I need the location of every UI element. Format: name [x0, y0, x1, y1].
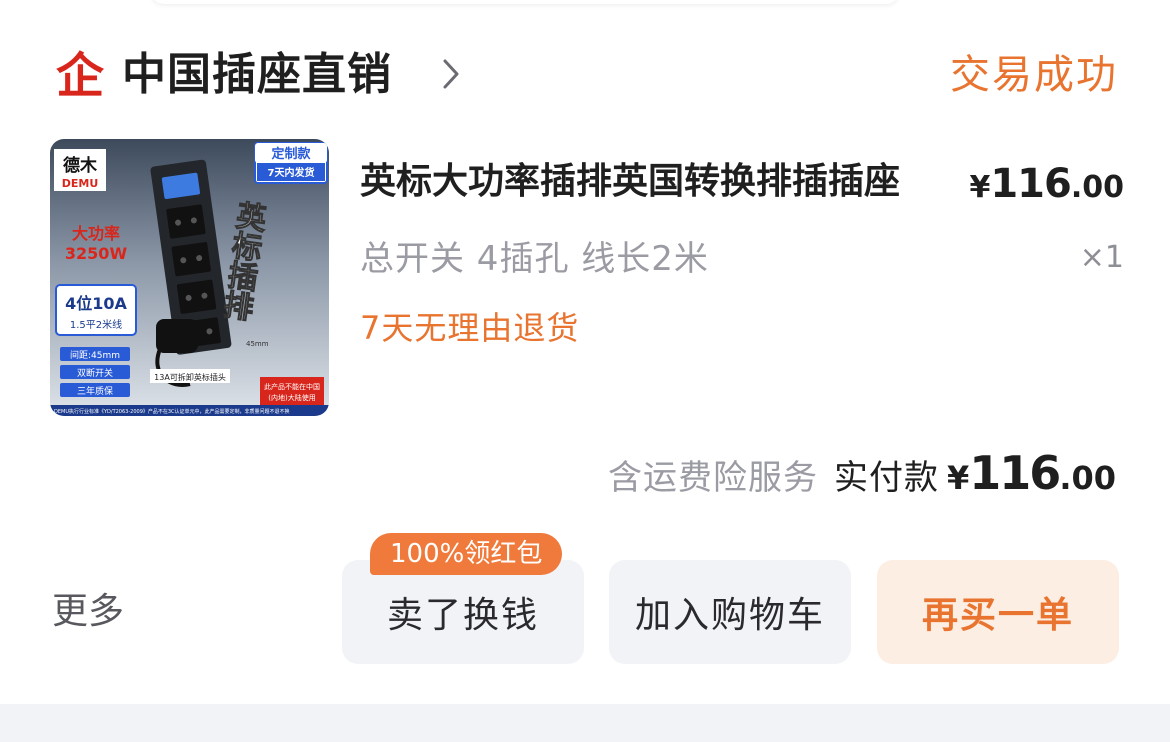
- store-logo-glyph: 企: [56, 48, 105, 100]
- feature-1-text: 间距:45mm: [70, 349, 120, 361]
- power-value-text: 3250W: [65, 244, 128, 263]
- add-to-cart-button[interactable]: 加入购物车: [609, 560, 851, 664]
- chevron-right-icon[interactable]: [440, 56, 462, 92]
- previous-card-edge: [150, 0, 900, 4]
- more-button[interactable]: 更多: [52, 586, 124, 638]
- shipping-insurance-note: 含运费险服务: [608, 458, 819, 498]
- red-packet-badge: 100%领红包: [370, 533, 563, 575]
- order-card: 企 中国插座直销 交易成功 德木 DEMU 定制款 7天内发货 大功率 3250…: [0, 0, 1170, 704]
- price-integer: 116: [990, 161, 1071, 207]
- footer-note-text: DEMU执行行业标准《YD/T2063-2009》产品不在3C认证单元中，此产品…: [54, 408, 290, 415]
- product-title[interactable]: 英标大功率插排英国转换排插插座: [360, 156, 955, 208]
- payment-summary: 含运费险服务 实付款 ¥ 116 .00: [608, 446, 1116, 506]
- power-label-text: 大功率: [72, 224, 120, 243]
- region-note-2-text: (内地)大陆使用: [268, 393, 315, 402]
- product-price: ¥116.00: [969, 156, 1124, 220]
- price-decimal: .00: [1070, 170, 1124, 205]
- price-currency: ¥: [969, 170, 991, 205]
- custom-tag-text: 定制款: [270, 146, 311, 162]
- spec-sub-text: 1.5平2米线: [70, 318, 122, 331]
- brand-cn-text: 德木: [63, 155, 98, 176]
- spacing-text: 45mm: [246, 340, 269, 348]
- sell-button[interactable]: 卖了换钱: [342, 560, 584, 664]
- product-spec: 总开关 4插孔 线长2米: [360, 239, 709, 279]
- paid-label: 实付款: [834, 458, 940, 498]
- store-logo-icon[interactable]: 企: [50, 48, 110, 100]
- shop-name[interactable]: 中国插座直销: [122, 46, 392, 104]
- plug-note-text: 13A可拆卸英标插头: [154, 372, 226, 382]
- return-policy-tag: 7天无理由退货: [360, 309, 580, 347]
- paid-currency: ¥: [947, 459, 970, 497]
- feature-2-text: 双断开关: [77, 367, 113, 379]
- paid-decimal: .00: [1059, 459, 1116, 497]
- order-status: 交易成功: [950, 52, 1118, 98]
- brand-en-text: DEMU: [62, 177, 99, 190]
- region-note-1-text: 此产品不能在中国: [264, 382, 320, 391]
- buy-again-button[interactable]: 再买一单: [877, 560, 1119, 664]
- spec-main-text: 4位10A: [65, 294, 127, 313]
- product-image: 德木 DEMU 定制款 7天内发货 大功率 3250W 4位10A 1.5平2米…: [50, 139, 329, 416]
- feature-3-text: 三年质保: [77, 385, 113, 397]
- product-thumbnail[interactable]: 德木 DEMU 定制款 7天内发货 大功率 3250W 4位10A 1.5平2米…: [50, 139, 329, 416]
- paid-integer: 116: [969, 446, 1061, 500]
- ship-tag-text: 7天内发货: [268, 166, 315, 179]
- product-quantity: ×1: [1079, 240, 1124, 275]
